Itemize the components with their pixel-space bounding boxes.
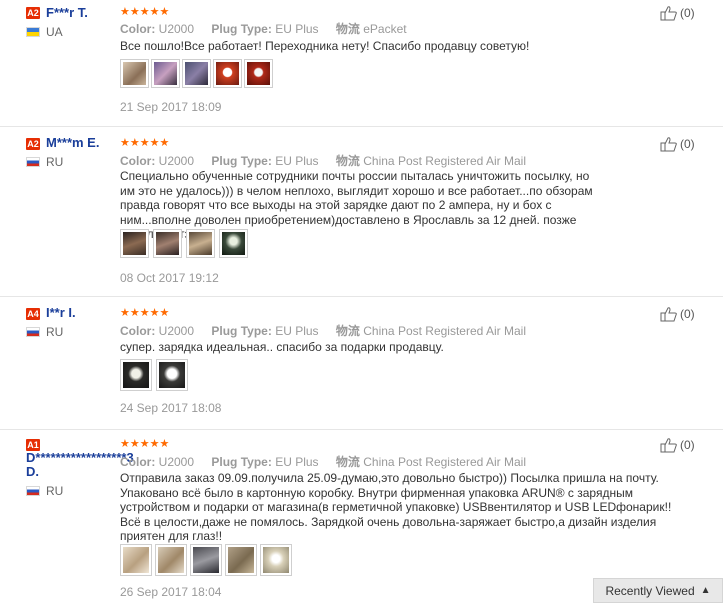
review-photos — [120, 359, 188, 391]
reviewer-country: RU — [46, 325, 64, 339]
review-photos — [120, 544, 292, 576]
review-photo[interactable] — [120, 544, 152, 576]
color-value: U2000 — [158, 22, 195, 36]
review-photo[interactable] — [213, 59, 242, 88]
helpful-button[interactable]: (0) — [660, 306, 695, 322]
logistics-label: 物流 — [335, 154, 360, 168]
plug-type-value: EU Plus — [275, 22, 319, 36]
order-info: Color: U2000 Plug Type: EU Plus 物流 ePack… — [120, 20, 421, 37]
reviewer-name[interactable]: F***r T. — [46, 5, 88, 20]
helpful-count: (0) — [680, 307, 695, 321]
country-flag-icon — [26, 27, 40, 37]
logistics-value: China Post Registered Air Mail — [363, 455, 526, 469]
star-rating: ★★★★★ — [120, 307, 170, 319]
plug-type-label: Plug Type: — [211, 154, 272, 168]
review-photo[interactable] — [260, 544, 292, 576]
review-date: 26 Sep 2017 18:04 — [120, 585, 222, 599]
review-item: A2 F***r T. UA ★★★★★ Color: U2000 Plug T… — [0, 0, 723, 127]
thumbs-up-icon — [660, 137, 677, 152]
review-photo[interactable] — [182, 59, 211, 88]
color-value: U2000 — [158, 455, 195, 469]
thumbs-up-icon — [660, 438, 677, 453]
color-value: U2000 — [158, 154, 195, 168]
star-rating: ★★★★★ — [120, 438, 170, 450]
review-text: супер. зарядка идеальная.. спасибо за по… — [120, 340, 444, 354]
review-photo[interactable] — [186, 229, 215, 258]
plug-type-label: Plug Type: — [211, 324, 272, 338]
review-photo[interactable] — [153, 229, 182, 258]
logistics-label: 物流 — [335, 22, 360, 36]
color-value: U2000 — [158, 324, 195, 338]
logistics-value: China Post Registered Air Mail — [363, 154, 526, 168]
review-date: 08 Oct 2017 19:12 — [120, 271, 219, 285]
review-photos — [120, 229, 248, 258]
buyer-level-badge: A4 — [26, 308, 40, 320]
order-info: Color: U2000 Plug Type: EU Plus 物流 China… — [120, 453, 540, 470]
review-item: A2 M***m E. RU ★★★★★ Color: U2000 Plug T… — [0, 126, 723, 297]
color-label: Color: — [120, 455, 156, 469]
review-photo[interactable] — [151, 59, 180, 88]
thumbs-up-icon — [660, 6, 677, 21]
review-photo[interactable] — [120, 59, 149, 88]
review-date: 24 Sep 2017 18:08 — [120, 401, 222, 415]
buyer-level-badge: A2 — [26, 138, 40, 150]
country-flag-icon — [26, 486, 40, 496]
reviewer-country: RU — [46, 484, 64, 498]
order-info: Color: U2000 Plug Type: EU Plus 物流 China… — [120, 152, 540, 169]
review-text: Отправила заказ 09.09.получила 25.09-дум… — [120, 471, 672, 543]
review-photos — [120, 59, 273, 88]
logistics-value: ePacket — [363, 22, 407, 36]
review-photo[interactable] — [225, 544, 257, 576]
review-photo[interactable] — [120, 229, 149, 258]
plug-type-label: Plug Type: — [211, 22, 272, 36]
plug-type-value: EU Plus — [275, 324, 319, 338]
star-rating: ★★★★★ — [120, 137, 170, 149]
buyer-level-badge: A2 — [26, 7, 40, 19]
review-photo[interactable] — [120, 359, 152, 391]
plug-type-value: EU Plus — [275, 154, 319, 168]
reviewer-name[interactable]: M***m E. — [46, 135, 99, 150]
reviewer-name[interactable]: I**r I. — [46, 305, 76, 320]
color-label: Color: — [120, 324, 156, 338]
review-photo[interactable] — [190, 544, 222, 576]
color-label: Color: — [120, 154, 156, 168]
country-flag-icon — [26, 327, 40, 337]
country-flag-icon — [26, 157, 40, 167]
reviewer-country: RU — [46, 155, 64, 169]
review-date: 21 Sep 2017 18:09 — [120, 100, 222, 114]
review-photo[interactable] — [156, 359, 188, 391]
helpful-button[interactable]: (0) — [660, 437, 695, 453]
logistics-label: 物流 — [335, 324, 360, 338]
review-item: A4 I**r I. RU ★★★★★ Color: U2000 Plug Ty… — [0, 296, 723, 430]
star-rating: ★★★★★ — [120, 6, 170, 18]
review-photo[interactable] — [244, 59, 273, 88]
color-label: Color: — [120, 22, 156, 36]
review-photo[interactable] — [219, 229, 248, 258]
helpful-button[interactable]: (0) — [660, 136, 695, 152]
plug-type-value: EU Plus — [275, 455, 319, 469]
thumbs-up-icon — [660, 307, 677, 322]
review-item: A1 D******************3 D. RU ★★★★★ Colo… — [0, 429, 723, 603]
recently-viewed-label: Recently Viewed — [605, 583, 695, 598]
logistics-value: China Post Registered Air Mail — [363, 324, 526, 338]
recently-viewed-button[interactable]: Recently Viewed ▲ — [593, 578, 723, 603]
chevron-up-icon: ▲ — [700, 585, 711, 596]
helpful-count: (0) — [680, 438, 695, 452]
review-photo[interactable] — [155, 544, 187, 576]
logistics-label: 物流 — [335, 455, 360, 469]
review-text: Все пошло!Все работает! Переходника нету… — [120, 39, 530, 53]
helpful-count: (0) — [680, 137, 695, 151]
helpful-count: (0) — [680, 6, 695, 20]
order-info: Color: U2000 Plug Type: EU Plus 物流 China… — [120, 322, 540, 339]
reviewer-country: UA — [46, 25, 63, 39]
helpful-button[interactable]: (0) — [660, 5, 695, 21]
plug-type-label: Plug Type: — [211, 455, 272, 469]
